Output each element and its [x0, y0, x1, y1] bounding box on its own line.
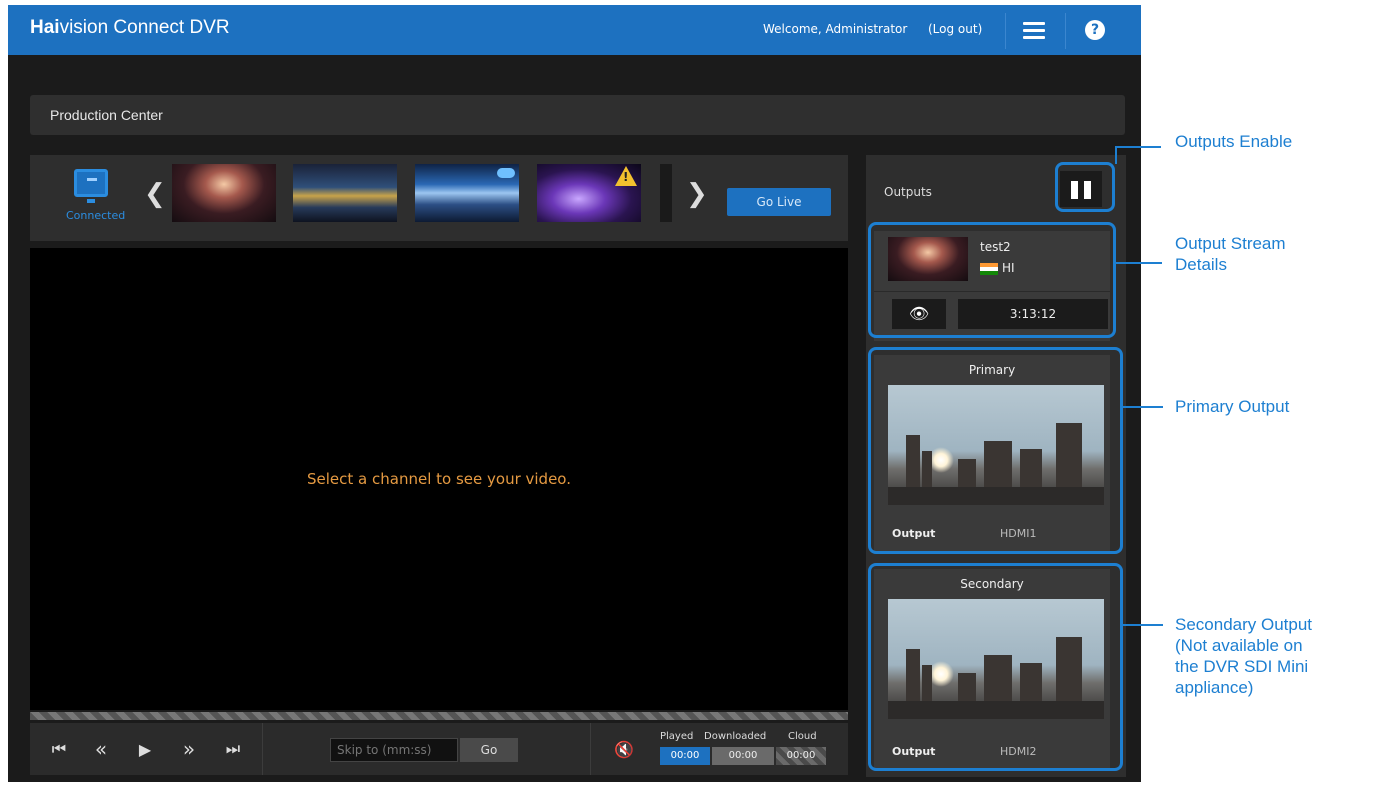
control-divider [262, 723, 263, 775]
outputs-enable-callout-box [1055, 162, 1115, 212]
skip-to-start-button[interactable]: ⏮ [38, 723, 80, 775]
annotation-line: Output Stream [1175, 234, 1286, 253]
play-button[interactable]: ▶ [124, 723, 166, 775]
monitor-stand [87, 199, 95, 203]
control-divider [590, 723, 591, 775]
callout-line [1115, 146, 1161, 148]
skip-to-end-button[interactable]: ⏭ [212, 723, 254, 775]
annotation-line: the DVR SDI Mini [1175, 657, 1309, 676]
annotation-line: Secondary Output [1175, 615, 1313, 634]
channel-thumbnail-partial[interactable] [660, 164, 672, 222]
rewind-button[interactable]: « [80, 723, 122, 775]
cloud-time: 00:00 [776, 747, 826, 765]
channel-thumbnail[interactable]: ! [537, 164, 641, 222]
callout-line [1115, 146, 1117, 164]
callout-line [1116, 262, 1162, 264]
stream-details-callout-box [868, 222, 1116, 338]
outputs-title: Outputs [884, 185, 932, 199]
help-icon[interactable]: ? [1085, 20, 1105, 40]
stream-details-annotation: Output Stream Details [1175, 233, 1286, 275]
primary-output-annotation: Primary Output [1175, 397, 1290, 416]
welcome-text: Welcome, Administrator [763, 22, 908, 36]
video-placeholder-message: Select a channel to see your video. [307, 470, 571, 488]
mute-icon[interactable]: 🔇 [614, 740, 634, 759]
chevron-right-icon[interactable]: ❯ [686, 179, 708, 209]
brand-logo: Haivision Connect DVR [30, 17, 230, 39]
channel-thumbnail[interactable] [172, 164, 276, 222]
logout-link[interactable]: (Log out) [928, 22, 982, 36]
connected-label: Connected [66, 209, 126, 222]
channel-thumbnail[interactable] [415, 164, 519, 222]
secondary-output-callout-box [868, 563, 1123, 771]
brand-text: vision Connect DVR [59, 17, 230, 38]
channel-strip: Connected ❮ ! ❯ Go Live [30, 155, 848, 241]
go-live-button[interactable]: Go Live [727, 188, 831, 216]
played-label: Played [660, 731, 694, 742]
playback-controls: ⏮ « ▶ » ⏭ Go 🔇 Played Downloaded Cloud 0… [30, 723, 848, 775]
page-title: Production Center [50, 107, 163, 123]
downloaded-label: Downloaded [704, 731, 767, 742]
annotation-line: appliance) [1175, 678, 1254, 697]
header-divider [1005, 13, 1006, 49]
video-player[interactable]: Select a channel to see your video. [30, 248, 848, 710]
production-center-bar: Production Center [30, 95, 1125, 135]
primary-output-callout-box [868, 347, 1123, 554]
header-divider [1065, 13, 1066, 49]
top-bar: Haivision Connect DVR Welcome, Administr… [8, 5, 1141, 55]
cloud-icon [497, 168, 515, 178]
fast-forward-button[interactable]: » [168, 723, 210, 775]
callout-line [1123, 624, 1163, 626]
downloaded-time: 00:00 [712, 747, 774, 765]
annotation-line: (Not available on [1175, 636, 1303, 655]
warning-mark: ! [623, 170, 629, 184]
skip-go-button[interactable]: Go [460, 738, 518, 762]
connected-source-button[interactable]: Connected [66, 169, 125, 229]
playback-progress-bar[interactable] [30, 712, 848, 720]
skip-to-input[interactable] [330, 738, 458, 762]
cloud-label: Cloud [788, 731, 817, 742]
callout-line [1123, 406, 1163, 408]
secondary-output-annotation: Secondary Output (Not available on the D… [1175, 614, 1312, 698]
hamburger-icon[interactable] [1023, 22, 1045, 40]
played-time: 00:00 [660, 747, 710, 765]
outputs-enable-annotation: Outputs Enable [1175, 132, 1293, 151]
channel-thumbnail[interactable] [293, 164, 397, 222]
brand-bold-text: Hai [30, 17, 60, 38]
annotation-line: Details [1175, 255, 1227, 274]
monitor-icon [74, 169, 108, 197]
chevron-left-icon[interactable]: ❮ [144, 179, 166, 209]
